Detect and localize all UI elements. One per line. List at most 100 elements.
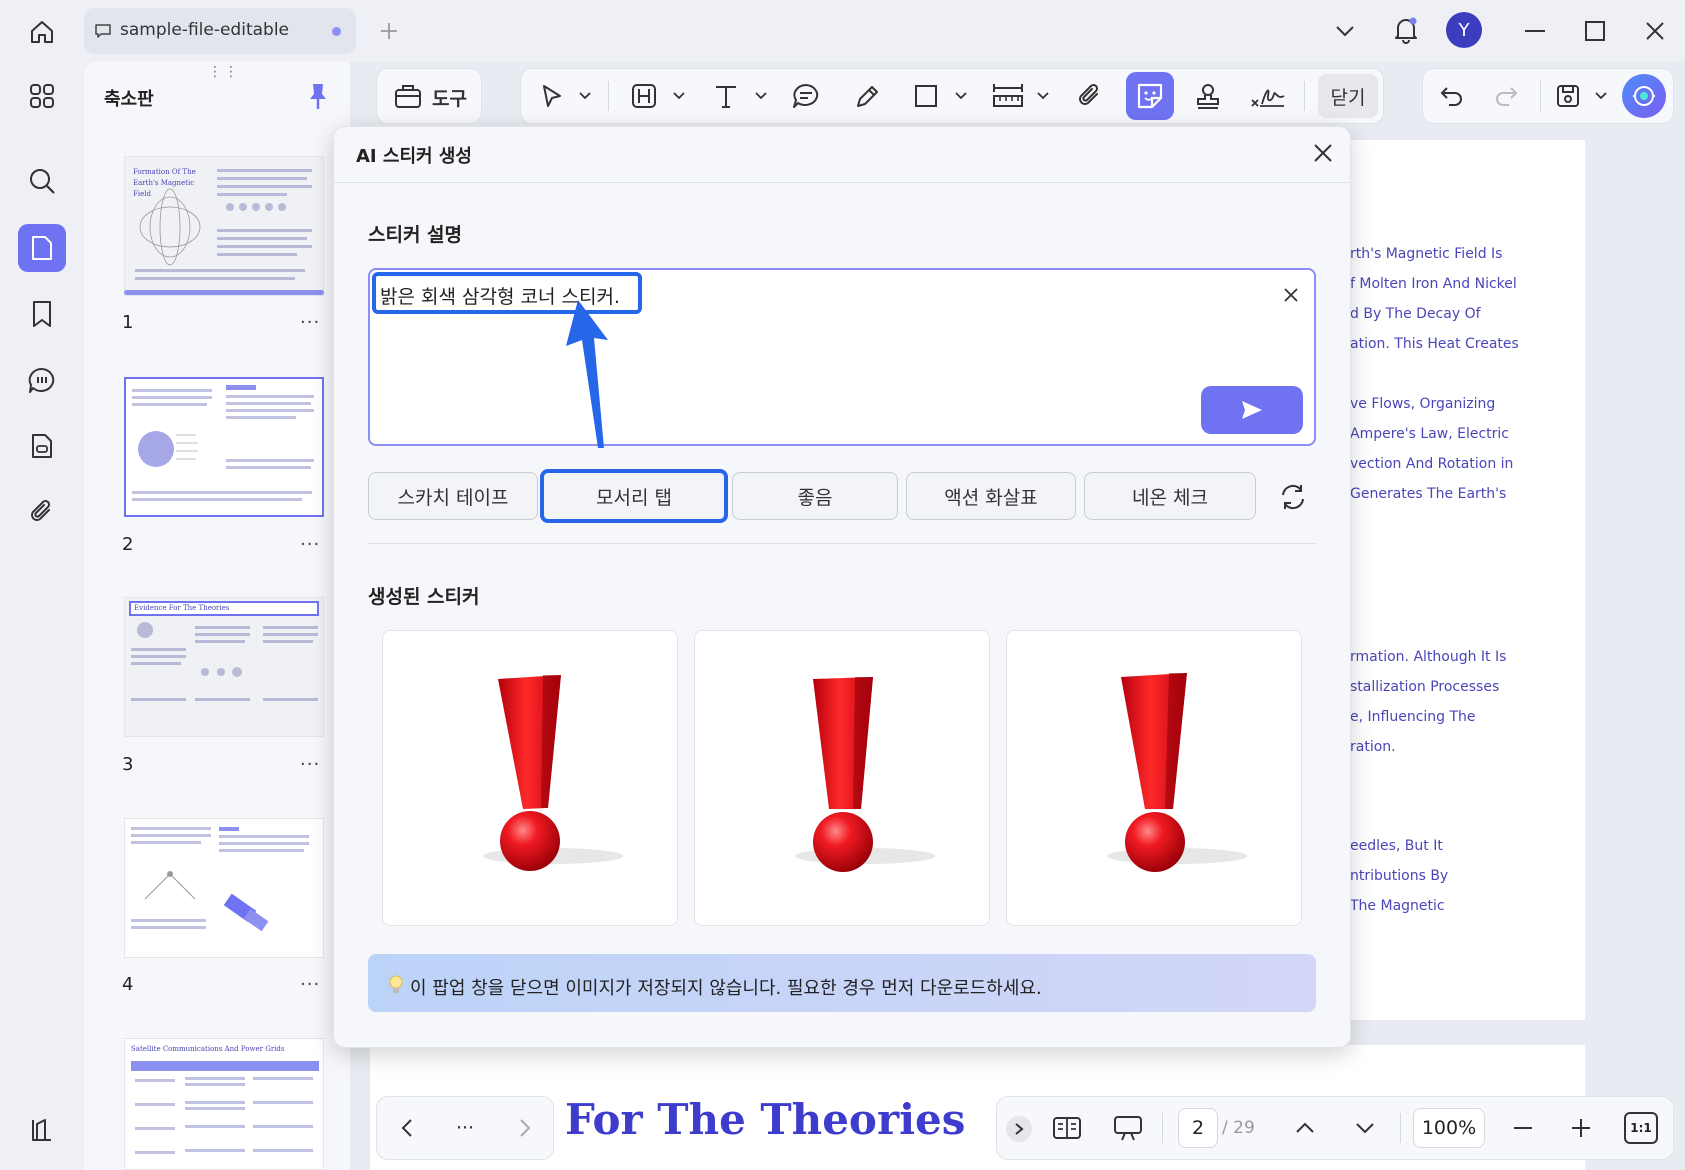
presentation-icon[interactable] xyxy=(1108,1110,1148,1146)
chevron-down-icon[interactable] xyxy=(1328,14,1362,48)
chevron-up-icon[interactable] xyxy=(1288,1110,1322,1146)
select-cursor-icon[interactable] xyxy=(532,76,572,116)
attachment-icon[interactable] xyxy=(18,488,66,536)
panel-resize-handle[interactable]: ⋮⋮ xyxy=(208,64,240,80)
notice-text: 이 팝업 창을 닫으면 이미지가 저장되지 않습니다. 필요한 경우 먼저 다운… xyxy=(410,978,1042,999)
page-thumbnail-3[interactable]: Evidence For The Theories xyxy=(124,597,324,737)
comment-note-icon[interactable] xyxy=(786,76,826,116)
preset-chip-good[interactable]: 좋음 xyxy=(732,472,898,520)
previous-icon[interactable] xyxy=(390,1110,424,1146)
page-more-button[interactable]: ··· xyxy=(300,534,320,555)
zoom-in-icon[interactable] xyxy=(1564,1110,1598,1146)
chip-label: 액션 화살표 xyxy=(944,486,1038,509)
next-icon[interactable] xyxy=(508,1110,542,1146)
doc-text-line: Ampere's Law, Electric xyxy=(1350,426,1509,442)
text-tool-icon[interactable] xyxy=(706,76,746,116)
chevron-down-icon[interactable] xyxy=(950,86,972,106)
actual-size-button[interactable]: 1:1 xyxy=(1624,1112,1658,1144)
chevron-down-icon[interactable] xyxy=(574,86,596,106)
thumbnails-icon[interactable] xyxy=(18,224,66,272)
close-tools-label: 닫기 xyxy=(1330,86,1366,109)
redo-icon[interactable] xyxy=(1486,76,1526,116)
dialog-title: AI 스티커 생성 xyxy=(356,146,472,167)
comments-icon[interactable] xyxy=(18,356,66,404)
page-thumbnail-2[interactable] xyxy=(124,377,324,517)
tab-label: sample-file-editable xyxy=(120,20,289,40)
toolbar-separator xyxy=(1540,81,1541,111)
stamp-icon[interactable] xyxy=(1188,76,1228,116)
page-more-button[interactable]: ··· xyxy=(300,312,320,333)
doc-heading: For The Theories xyxy=(565,1095,966,1144)
chevron-down-icon[interactable] xyxy=(1590,86,1612,106)
form-page-icon[interactable] xyxy=(18,422,66,470)
generated-sticker-1[interactable] xyxy=(382,630,678,926)
page-thumbnail-4[interactable] xyxy=(124,818,324,958)
page-number-input[interactable]: 2 xyxy=(1178,1108,1218,1148)
maximize-icon[interactable] xyxy=(1578,14,1612,48)
undo-icon[interactable] xyxy=(1432,76,1472,116)
preset-chip-corner-tab[interactable]: 모서리 탭 xyxy=(540,469,728,523)
minimize-icon[interactable] xyxy=(1518,14,1552,48)
doc-text-line: eedles, But It xyxy=(1350,838,1443,854)
preset-chip-scotch-tape[interactable]: 스카치 테이프 xyxy=(368,472,538,520)
chevron-down-icon[interactable] xyxy=(1348,1110,1382,1146)
apps-grid-icon[interactable] xyxy=(18,72,66,120)
sticker-icon[interactable] xyxy=(1126,72,1174,120)
highlight-text-icon[interactable] xyxy=(624,76,664,116)
theme-icon[interactable] xyxy=(18,1106,66,1154)
new-tab-icon[interactable] xyxy=(372,14,406,48)
generated-sticker-3[interactable] xyxy=(1006,630,1302,926)
page-layout-icon[interactable] xyxy=(1048,1110,1086,1146)
clear-input-icon[interactable] xyxy=(1278,282,1304,308)
signature-icon[interactable] xyxy=(1248,76,1288,116)
page-number: 4 xyxy=(122,974,134,995)
comment-icon xyxy=(92,20,114,42)
page-more-button[interactable]: ··· xyxy=(300,754,320,775)
chip-label: 모서리 탭 xyxy=(596,486,672,509)
chevron-down-icon[interactable] xyxy=(668,86,690,106)
doc-text-line: stallization Processes xyxy=(1350,679,1500,695)
avatar[interactable]: Y xyxy=(1446,12,1482,48)
bell-icon[interactable] xyxy=(1388,12,1424,48)
chip-label: 스카치 테이프 xyxy=(397,486,509,509)
zoom-level-input[interactable]: 100% xyxy=(1413,1108,1485,1148)
doc-text-line: rth's Magnetic Field Is xyxy=(1350,246,1503,262)
page-thumbnail-5[interactable]: Satellite Communications And Power Grids xyxy=(124,1038,324,1170)
toolbar-separator xyxy=(608,81,609,111)
more-pages-button[interactable]: ··· xyxy=(448,1110,482,1146)
page-thumbnail-1[interactable]: Formation Of The Earth's Magnetic Field xyxy=(124,156,324,296)
toolbar-separator xyxy=(1304,81,1305,111)
doc-text-line: ation. This Heat Creates xyxy=(1350,336,1519,352)
generated-sticker-2[interactable] xyxy=(694,630,990,926)
save-icon[interactable] xyxy=(1548,76,1588,116)
section-divider xyxy=(368,543,1316,544)
page-more-button[interactable]: ··· xyxy=(300,974,320,995)
unsaved-dot-icon xyxy=(332,27,341,36)
close-dialog-icon[interactable] xyxy=(1306,136,1340,170)
search-icon[interactable] xyxy=(18,157,66,205)
annotation-arrow-icon xyxy=(566,300,608,448)
close-window-icon[interactable] xyxy=(1638,14,1672,48)
page-number: 1 xyxy=(122,312,134,333)
home-icon[interactable] xyxy=(22,12,62,52)
preset-chip-neon-check[interactable]: 네온 체크 xyxy=(1084,472,1256,520)
close-tools-button[interactable]: 닫기 xyxy=(1318,74,1378,118)
attach-file-icon[interactable] xyxy=(1070,76,1110,116)
ai-assistant-icon[interactable] xyxy=(1622,74,1666,118)
measure-ruler-icon[interactable] xyxy=(988,76,1028,116)
chevron-down-icon[interactable] xyxy=(750,86,772,106)
generated-stickers-heading: 생성된 스티커 xyxy=(368,586,480,608)
doc-text-line: e, Influencing The xyxy=(1350,709,1476,725)
bookmark-icon[interactable] xyxy=(18,290,66,338)
preset-chip-action-arrow[interactable]: 액션 화살표 xyxy=(906,472,1076,520)
zoom-out-icon[interactable] xyxy=(1506,1110,1540,1146)
pen-icon[interactable] xyxy=(848,76,888,116)
refresh-presets-icon[interactable] xyxy=(1274,478,1312,516)
send-icon xyxy=(1242,401,1262,419)
expand-icon[interactable] xyxy=(1006,1116,1032,1142)
total-pages: / 29 xyxy=(1222,1118,1255,1138)
pin-icon[interactable] xyxy=(302,80,334,112)
generate-send-button[interactable] xyxy=(1201,386,1303,434)
chevron-down-icon[interactable] xyxy=(1032,86,1054,106)
rectangle-shape-icon[interactable] xyxy=(906,76,946,116)
